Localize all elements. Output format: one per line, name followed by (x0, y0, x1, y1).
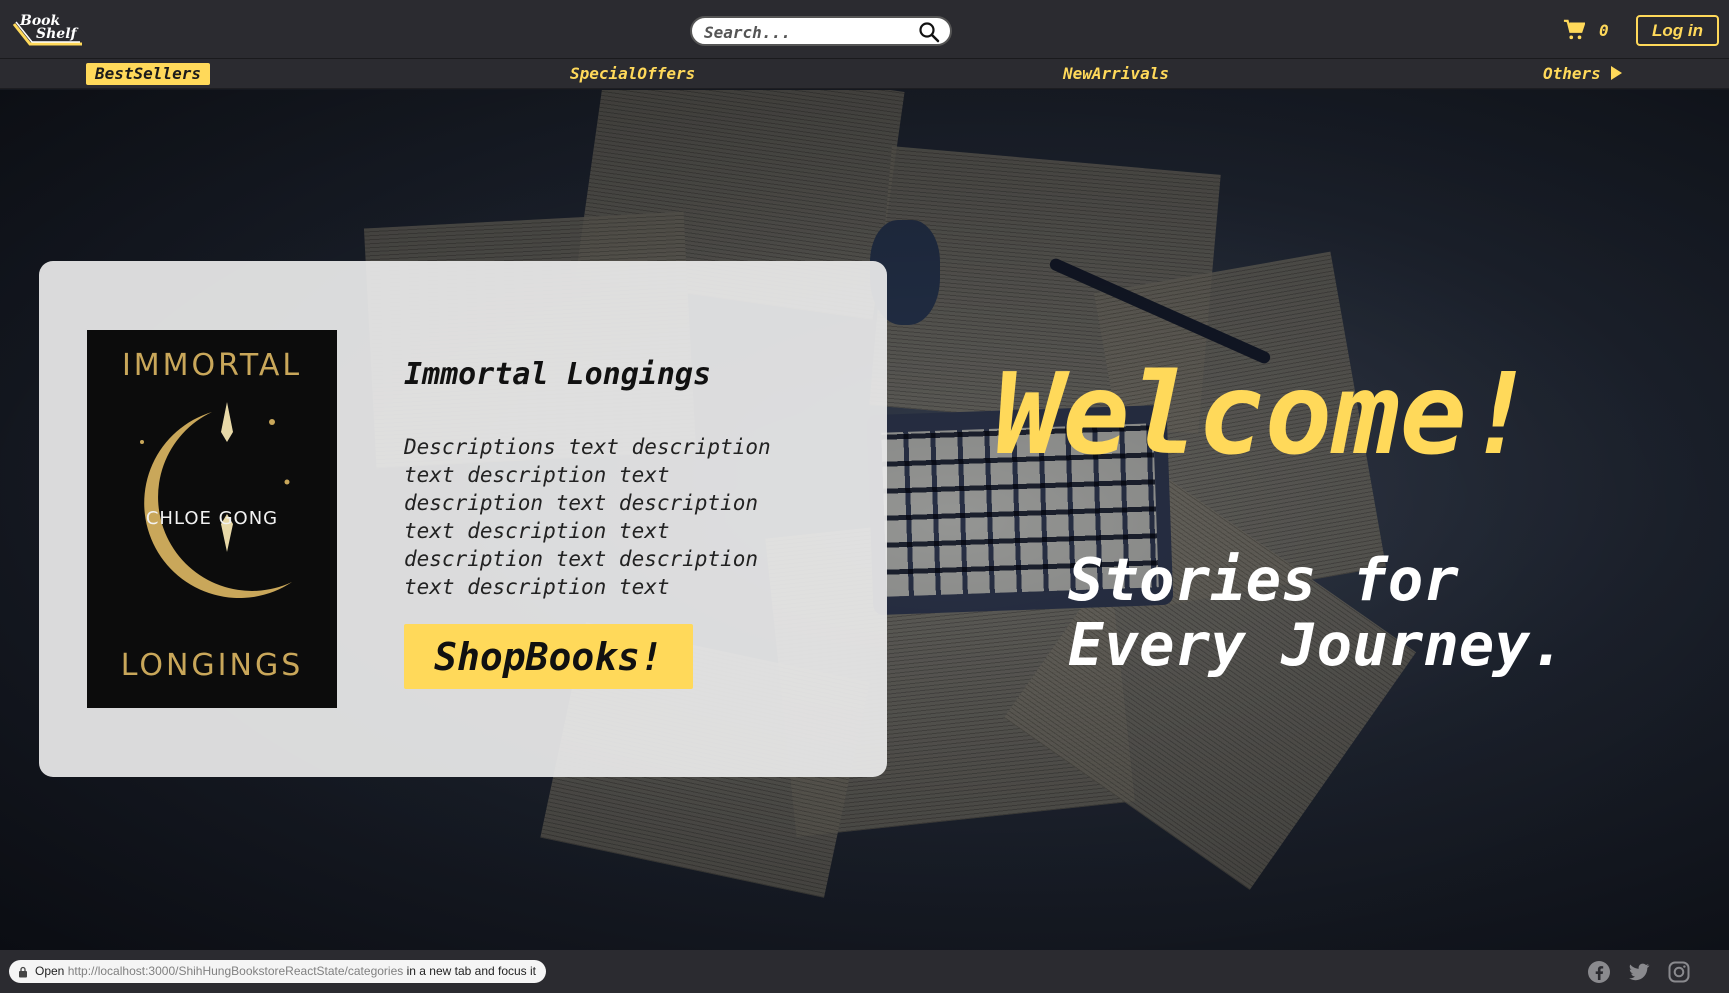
facebook-icon[interactable] (1587, 960, 1611, 984)
search-box (690, 16, 952, 46)
footer-bar: Open http://localhost:3000/ShihHungBooks… (0, 950, 1729, 993)
book-cover-image[interactable]: IMMORTAL CHLOE GONG LONGINGS (87, 330, 337, 708)
logo-text-shelf: Shelf (36, 26, 77, 42)
tagline-line-2: Every Journey. (1068, 610, 1566, 679)
cover-title-top: IMMORTAL (121, 348, 303, 383)
status-url: http://localhost:3000/ShihHungBookstoreR… (67, 964, 404, 978)
nav-item-newarrivals[interactable]: NewArrivals (1063, 63, 1169, 85)
category-nav: BestSellers SpecialOffers NewArrivals Ot… (0, 59, 1729, 89)
featured-book-card: IMMORTAL CHLOE GONG LONGINGS Immortal Lo… (39, 261, 887, 777)
book-title: Immortal Longings (404, 357, 712, 392)
cover-title-bottom: LONGINGS (120, 648, 304, 683)
status-suffix: in a new tab and focus it (406, 964, 537, 978)
nav-item-bestsellers[interactable]: BestSellers (86, 63, 210, 85)
nav-item-others-label: Others (1543, 64, 1601, 83)
search-icon[interactable] (918, 21, 940, 43)
top-header: Book Shelf 0 Log in (0, 0, 1729, 59)
lock-icon (19, 966, 27, 978)
shop-books-button[interactable]: ShopBooks! (404, 624, 693, 689)
book-description: Descriptions text description text descr… (404, 435, 771, 599)
shopping-cart-icon (1563, 19, 1585, 40)
nav-item-specialoffers[interactable]: SpecialOffers (570, 63, 695, 85)
link-status-tooltip: Open http://localhost:3000/ShihHungBooks… (9, 960, 547, 983)
triangle-right-icon (1610, 66, 1622, 80)
instagram-icon[interactable] (1667, 960, 1691, 984)
nav-item-others[interactable]: Others (1543, 63, 1622, 85)
hero-tagline: Stories for Every Journey. (1068, 547, 1688, 677)
welcome-heading: Welcome! (995, 350, 1535, 480)
cart-count: 0 (1599, 21, 1609, 40)
bookshelf-logo[interactable]: Book Shelf (12, 10, 86, 50)
status-prefix: Open (35, 964, 65, 978)
login-button[interactable]: Log in (1636, 15, 1719, 46)
tagline-line-1: Stories for (1068, 545, 1459, 614)
twitter-icon[interactable] (1627, 960, 1651, 984)
cover-author: CHLOE GONG (145, 508, 279, 529)
search-input[interactable] (704, 21, 909, 43)
